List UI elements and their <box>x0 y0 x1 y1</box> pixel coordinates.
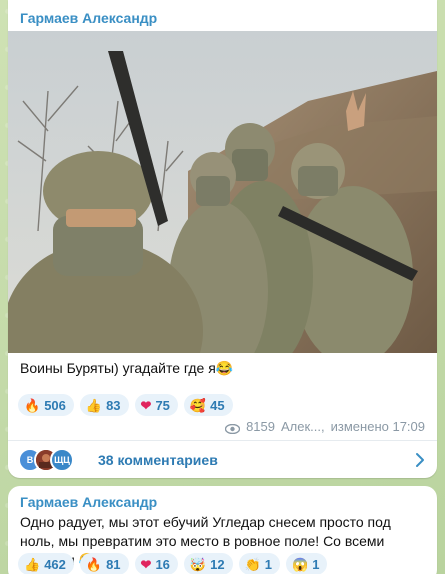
post-signature: Алек... <box>281 419 322 434</box>
reaction-bar: 🔥 506 👍 83 ❤ 75 🥰 45 <box>18 394 233 416</box>
comments-button[interactable]: В ЩЦ 38 комментариев <box>8 441 437 478</box>
comments-count-label[interactable]: 38 комментариев <box>98 452 218 468</box>
reaction-smiling-hearts[interactable]: 🥰 45 <box>183 394 233 416</box>
reaction-count: 1 <box>312 556 320 572</box>
heart-icon: ❤ <box>140 397 152 413</box>
reaction-count: 75 <box>155 397 170 413</box>
reaction-clapping[interactable]: 👏 1 <box>238 553 280 574</box>
edited-time: изменено 17:09 <box>330 419 425 434</box>
exploding-head-icon: 🤯 <box>189 556 207 572</box>
reaction-bar: 👍 462 🔥 81 ❤ 16 🤯 12 👏 1 😱 1 <box>18 553 328 574</box>
reaction-count: 1 <box>264 556 272 572</box>
reaction-screaming[interactable]: 😱 1 <box>286 553 328 574</box>
caption-text: Воины Буряты) угадайте где я <box>20 360 216 376</box>
reaction-fire[interactable]: 🔥 506 <box>18 394 74 416</box>
reaction-count: 16 <box>155 556 170 572</box>
channel-post[interactable]: Гармаев Александр Одно радует, мы этот е… <box>8 486 437 574</box>
reaction-heart[interactable]: ❤ 16 <box>134 553 178 574</box>
reaction-count: 83 <box>106 397 121 413</box>
smiling-face-with-hearts-icon: 🥰 <box>189 397 207 413</box>
reaction-exploding-head[interactable]: 🤯 12 <box>183 553 233 574</box>
laughing-emoji-icon: 😂 <box>215 360 234 376</box>
view-count: 8159 <box>246 419 275 434</box>
thumbs-up-icon: 👍 <box>85 397 103 413</box>
fire-icon: 🔥 <box>24 397 41 413</box>
avatar: ЩЦ <box>50 447 74 472</box>
reaction-count: 462 <box>44 556 66 572</box>
post-meta: 8159 Алек..., изменено 17:09 <box>224 419 425 434</box>
reaction-thumbs-up[interactable]: 👍 83 <box>79 394 129 416</box>
reaction-thumbs-up[interactable]: 👍 462 <box>18 553 74 574</box>
reaction-heart[interactable]: ❤ 75 <box>134 394 178 416</box>
screaming-face-icon: 😱 <box>292 556 309 572</box>
commenter-avatars: В ЩЦ <box>18 447 82 472</box>
chevron-right-icon[interactable] <box>415 452 425 473</box>
clapping-hands-icon: 👏 <box>244 556 261 572</box>
post-photo[interactable] <box>8 31 437 353</box>
reaction-count: 81 <box>106 556 121 572</box>
post-author[interactable]: Гармаев Александр <box>20 10 157 26</box>
channel-post[interactable]: Гармаев Александр Воины Буряты) угадайте… <box>8 0 437 478</box>
heart-icon: ❤ <box>140 556 152 572</box>
thumbs-up-icon: 👍 <box>24 556 41 572</box>
fire-icon: 🔥 <box>85 556 103 572</box>
reaction-fire[interactable]: 🔥 81 <box>79 553 129 574</box>
reaction-count: 45 <box>210 397 225 413</box>
reaction-count: 506 <box>44 397 66 413</box>
post-author[interactable]: Гармаев Александр <box>20 494 157 510</box>
eye-icon <box>224 422 241 434</box>
reaction-count: 12 <box>210 556 225 572</box>
post-caption: Воины Буряты) угадайте где я😂 <box>20 360 233 377</box>
